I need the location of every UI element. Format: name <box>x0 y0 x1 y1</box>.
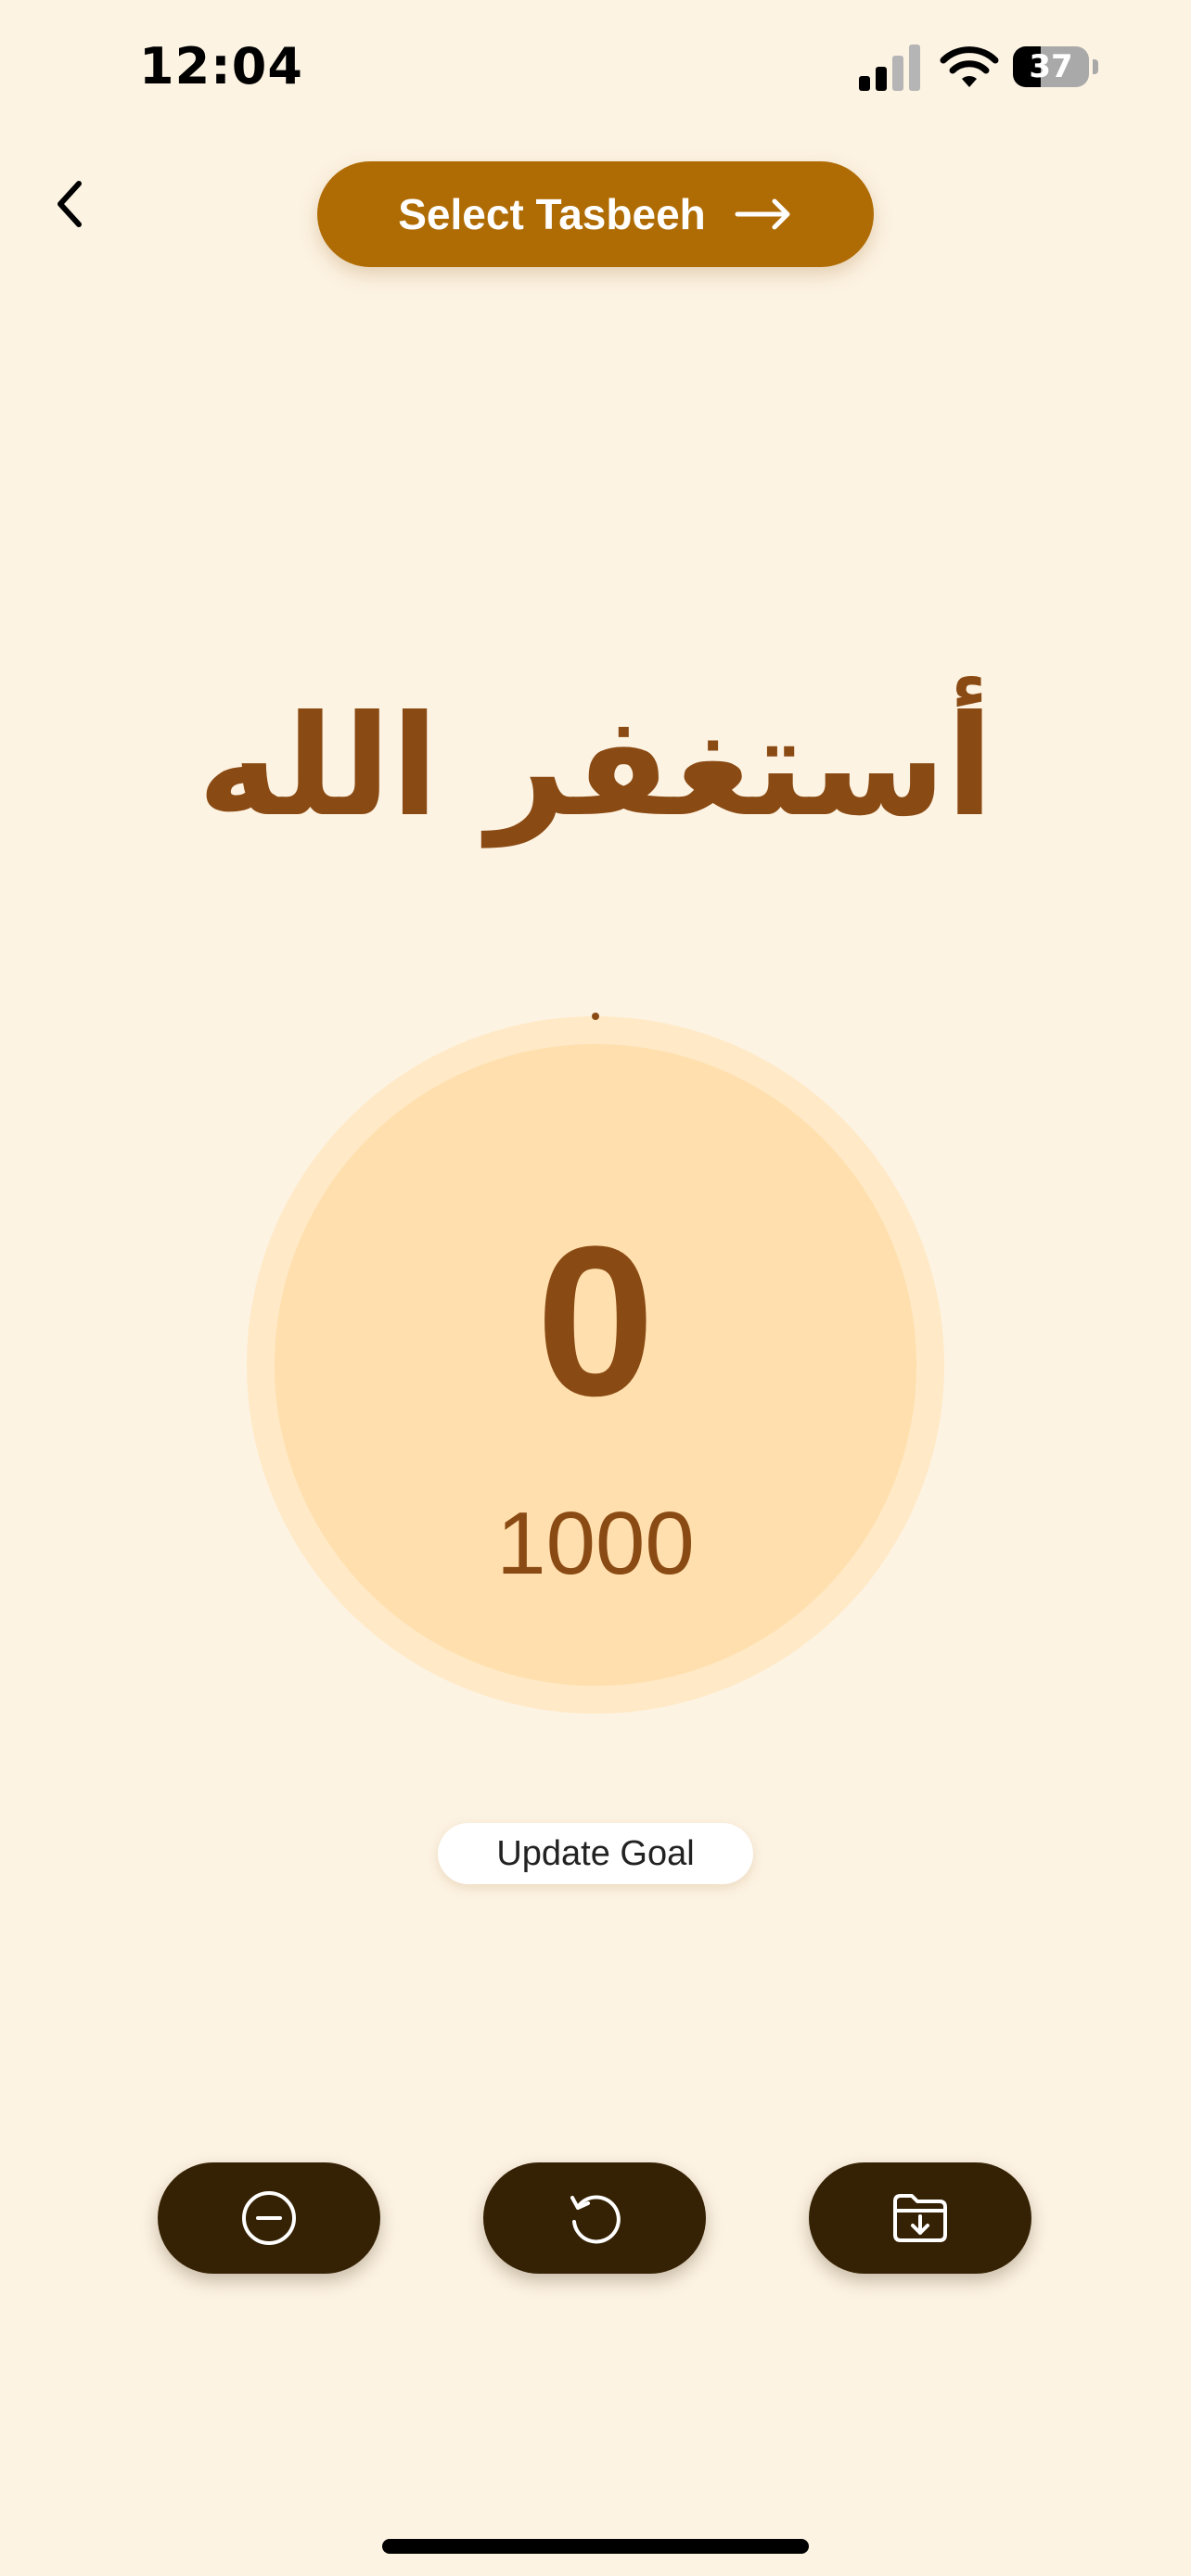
tasbeeh-arabic-text: أستغفر الله <box>197 686 994 848</box>
minus-circle-icon <box>242 2191 296 2245</box>
cellular-signal-icon <box>859 45 920 91</box>
progress-indicator-dot <box>592 1013 599 1020</box>
save-button[interactable] <box>809 2162 1031 2274</box>
goal-value: 1000 <box>496 1494 695 1593</box>
reset-button[interactable] <box>483 2162 706 2274</box>
decrement-button[interactable] <box>158 2162 380 2274</box>
battery-percent: 37 <box>1029 48 1073 85</box>
home-indicator <box>382 2539 809 2554</box>
folder-download-icon <box>893 2194 947 2242</box>
select-tasbeeh-label: Select Tasbeeh <box>398 190 706 238</box>
chevron-left-icon <box>58 181 82 227</box>
status-icons: 37 <box>857 45 1098 96</box>
battery-body: 37 <box>1013 46 1089 87</box>
wifi-icon <box>940 46 999 87</box>
count-value: 0 <box>536 1202 655 1440</box>
update-goal-button[interactable]: Update Goal <box>438 1823 753 1884</box>
arrow-right-icon <box>735 198 790 230</box>
select-tasbeeh-button[interactable]: Select Tasbeeh <box>317 161 874 267</box>
back-button[interactable] <box>37 167 102 241</box>
battery-tip <box>1093 59 1098 74</box>
status-time: 12:04 <box>139 37 303 96</box>
reset-icon <box>570 2195 621 2244</box>
battery-icon: 37 <box>1013 46 1102 91</box>
